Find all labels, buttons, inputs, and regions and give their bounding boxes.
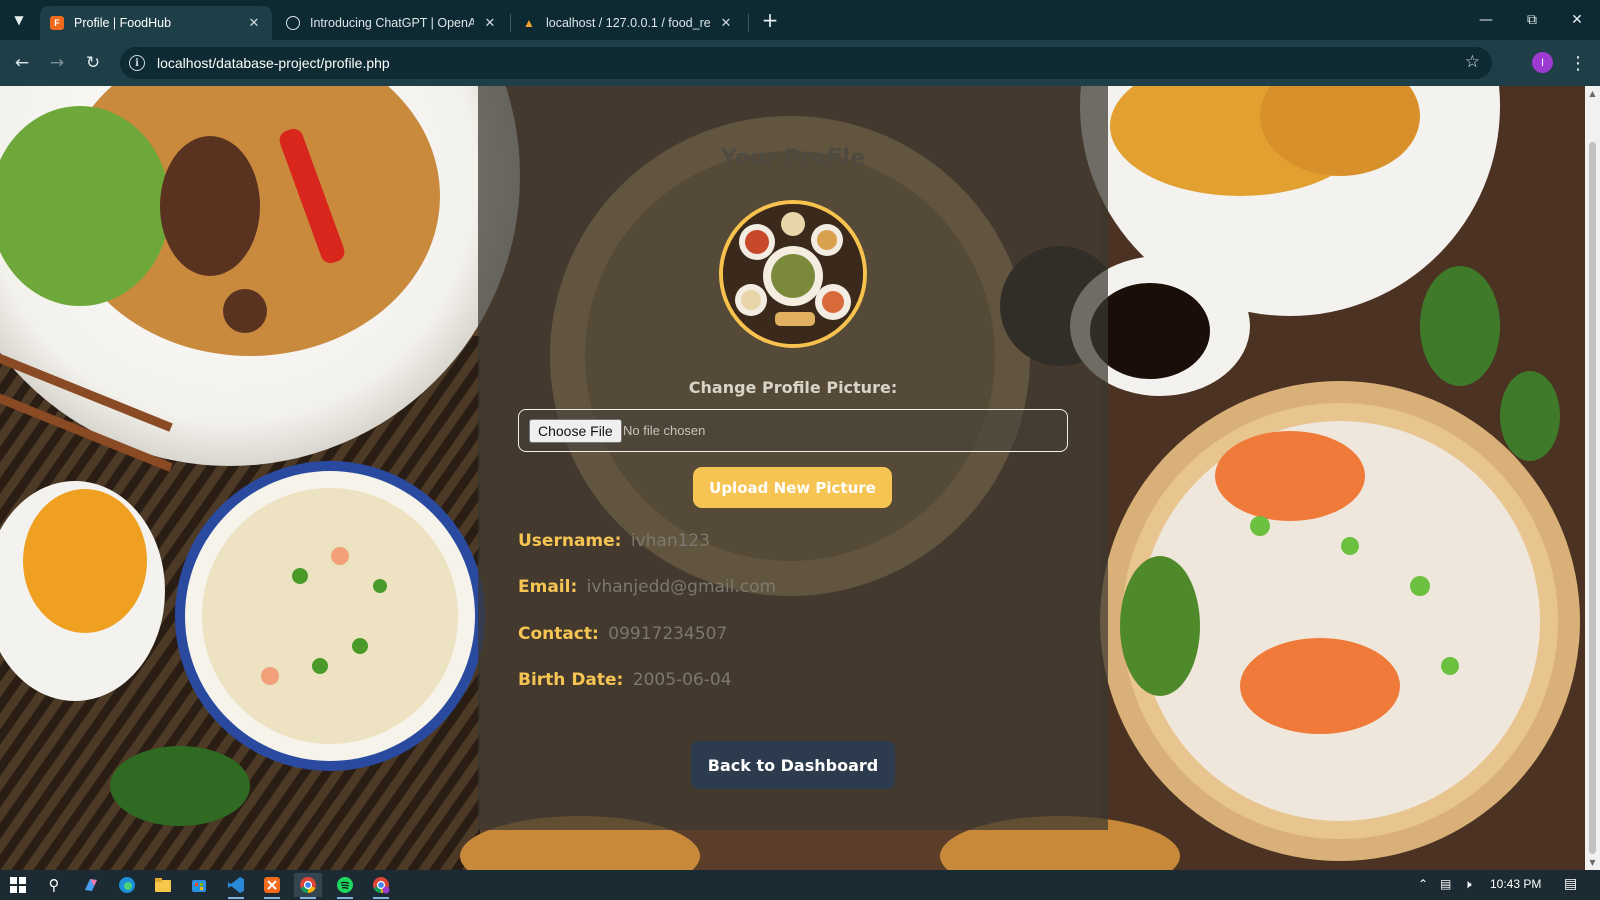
contact-row: Contact: 09917234507	[518, 624, 727, 644]
email-label: Email:	[518, 577, 578, 597]
tab-phpmyadmin[interactable]: ▲ localhost / 127.0.0.1 / food_reci ✕	[512, 6, 744, 40]
bookmark-star-icon[interactable]: ☆	[1465, 52, 1480, 72]
back-to-dashboard-button[interactable]: Back to Dashboard	[691, 741, 895, 789]
back-arrow-icon[interactable]: ←	[10, 51, 34, 75]
scrollbar-thumb[interactable]	[1589, 142, 1596, 854]
edge-icon[interactable]	[113, 873, 141, 897]
profile-card: Your Profile Change Profile Picture: Cho…	[478, 86, 1108, 830]
tab-separator	[510, 14, 511, 32]
close-icon[interactable]: ✕	[246, 15, 262, 31]
network-icon[interactable]: ▤	[1440, 877, 1451, 891]
close-icon[interactable]: ✕	[482, 15, 498, 31]
username-value: ivhan123	[630, 531, 711, 551]
foodhub-favicon-icon: F	[50, 16, 64, 30]
new-tab-button[interactable]: +	[758, 8, 782, 32]
food-spread-image	[723, 204, 863, 344]
tab-chatgpt[interactable]: Introducing ChatGPT | OpenAI ✕	[276, 6, 508, 40]
page-viewport: Your Profile Change Profile Picture: Cho…	[0, 86, 1585, 870]
username-label: Username:	[518, 531, 622, 551]
spotify-icon[interactable]	[331, 873, 359, 899]
profile-picture-file-input[interactable]: Choose File No file chosen	[518, 409, 1068, 452]
forward-arrow-icon[interactable]: →	[45, 51, 69, 75]
tab-search-button[interactable]: ▼	[6, 8, 32, 32]
username-row: Username: ivhan123	[518, 531, 710, 551]
taskbar-clock[interactable]: 10:43 PM	[1490, 877, 1541, 891]
search-icon[interactable]: ⚲	[40, 873, 68, 897]
scroll-up-arrow-icon[interactable]: ▲	[1588, 89, 1597, 98]
scroll-down-arrow-icon[interactable]: ▼	[1588, 858, 1597, 867]
address-bar[interactable]: i localhost/database-project/profile.php…	[120, 47, 1492, 79]
url-text[interactable]: localhost/database-project/profile.php	[157, 55, 390, 71]
phpmyadmin-favicon-icon: ▲	[523, 16, 535, 30]
tab-title: Introducing ChatGPT | OpenAI	[310, 16, 474, 30]
choose-file-button[interactable]: Choose File	[529, 419, 622, 443]
birth-date-label: Birth Date:	[518, 670, 624, 690]
store-icon[interactable]	[185, 873, 213, 897]
copilot-icon[interactable]	[77, 873, 105, 897]
windows-taskbar: ⚲ ⌃ ▤ 🕨 10:43 PM ▤	[0, 870, 1600, 900]
chrome-icon[interactable]	[294, 873, 322, 899]
close-icon[interactable]: ✕	[718, 15, 734, 31]
email-row: Email: ivhanjedd@gmail.com	[518, 577, 776, 597]
email-value: ivhanjedd@gmail.com	[586, 577, 777, 597]
tab-strip: ▼ F Profile | FoodHub ✕ Introducing Chat…	[0, 0, 1600, 40]
browser-menu-icon[interactable]: ⋮	[1567, 51, 1589, 75]
browser-profile-avatar[interactable]: I	[1532, 52, 1553, 73]
page-title: Your Profile	[720, 146, 866, 171]
openai-favicon-icon	[286, 16, 300, 30]
tab-title: Profile | FoodHub	[74, 16, 172, 30]
minimize-button[interactable]: —	[1466, 6, 1506, 34]
show-hidden-icons-chevron-icon[interactable]: ⌃	[1418, 877, 1428, 891]
file-explorer-icon[interactable]	[149, 873, 177, 897]
tab-separator	[748, 14, 749, 32]
birth-date-value: 2005-06-04	[632, 670, 732, 690]
site-info-icon[interactable]: i	[129, 55, 145, 71]
browser-toolbar: ← → ↻ i localhost/database-project/profi…	[0, 40, 1600, 86]
change-picture-label: Change Profile Picture:	[688, 378, 898, 397]
tab-title: localhost / 127.0.0.1 / food_reci	[546, 16, 710, 30]
upload-picture-button[interactable]: Upload New Picture	[693, 467, 892, 508]
page-scrollbar[interactable]: ▲ ▼	[1585, 86, 1600, 870]
vscode-icon[interactable]	[222, 873, 250, 899]
chrome-profile-icon[interactable]	[367, 873, 395, 899]
contact-label: Contact:	[518, 624, 599, 644]
start-icon[interactable]	[4, 873, 32, 897]
xampp-icon[interactable]	[258, 873, 286, 899]
close-window-button[interactable]: ✕	[1557, 6, 1597, 34]
notifications-icon[interactable]: ▤	[1564, 875, 1577, 892]
tab-profile-foodhub[interactable]: F Profile | FoodHub ✕	[40, 6, 272, 40]
reload-icon[interactable]: ↻	[81, 51, 105, 75]
contact-value: 09917234507	[608, 624, 728, 644]
birth-date-row: Birth Date: 2005-06-04	[518, 670, 732, 690]
profile-picture	[719, 200, 867, 348]
restore-button[interactable]: ⧉	[1512, 6, 1552, 34]
volume-icon[interactable]: 🕨	[1464, 877, 1472, 892]
file-status-text: No file chosen	[623, 423, 706, 438]
